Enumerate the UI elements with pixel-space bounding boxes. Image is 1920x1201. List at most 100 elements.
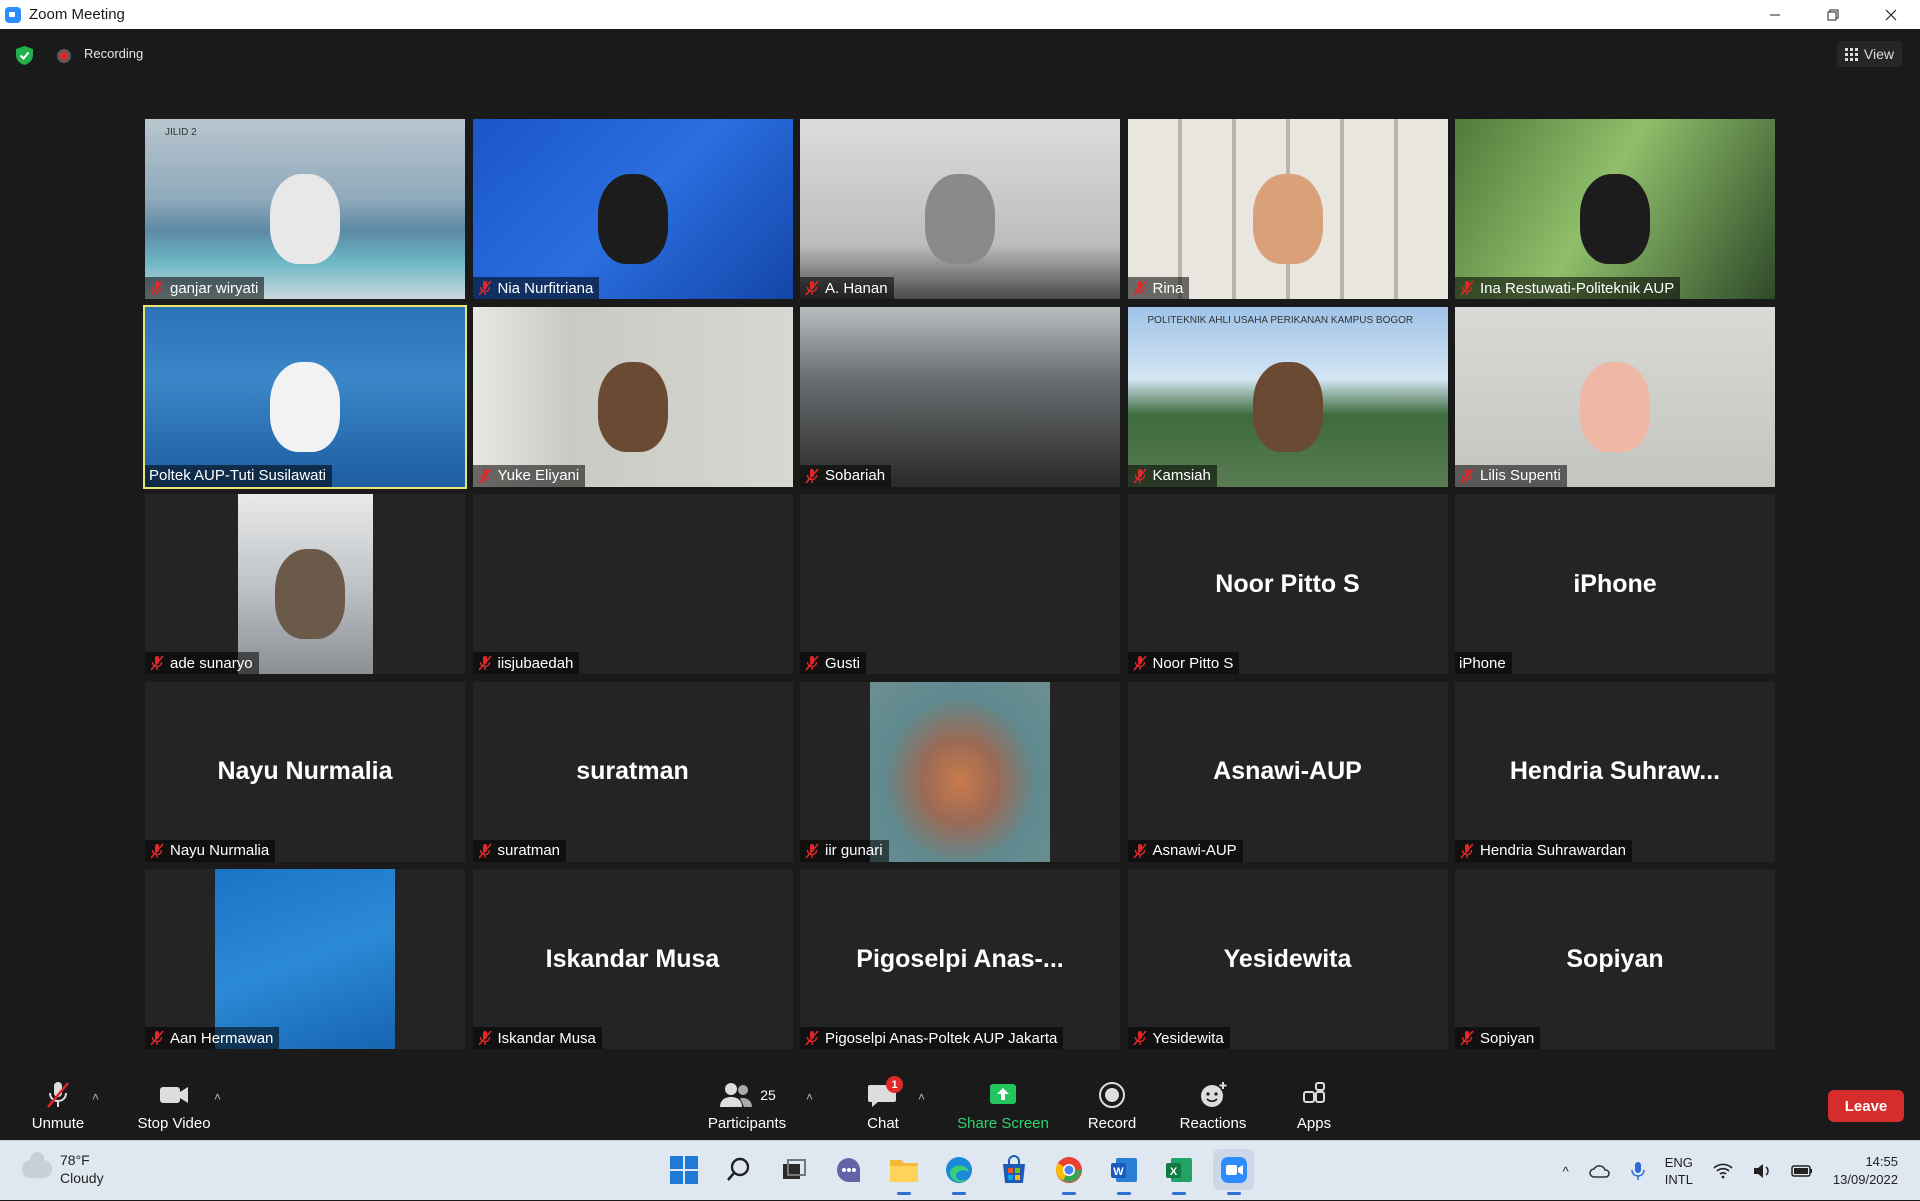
participant-name-bar: Nia Nurfitriana <box>472 277 600 299</box>
share-screen-button[interactable]: Share Screen <box>955 1074 1051 1140</box>
onedrive-cloud-icon[interactable] <box>1589 1163 1611 1179</box>
participant-tile-nia-nurfitriana[interactable]: Nia Nurfitriana <box>472 119 793 299</box>
participant-tile-iir-gunari[interactable]: iir gunari <box>800 681 1120 862</box>
language-code: ENG <box>1664 1155 1693 1170</box>
close-button[interactable] <box>1862 0 1920 29</box>
meeting-toolbar: Unmute ˄ Stop Video ˄ 25 Participants ˄ … <box>0 1074 1920 1140</box>
participant-tile-iskandar-musa[interactable]: Iskandar Musa Iskandar Musa <box>472 869 793 1049</box>
participant-tile-ade-sunaryo[interactable]: ade sunaryo <box>145 494 465 674</box>
teams-chat-button[interactable] <box>828 1149 869 1190</box>
participant-tile-suratman[interactable]: suratman suratman <box>472 681 793 862</box>
show-hidden-icons-chevron-icon[interactable]: ^ <box>1563 1164 1569 1179</box>
apps-button[interactable]: Apps <box>1292 1074 1336 1140</box>
participant-name: Iskandar Musa <box>497 1029 596 1047</box>
participant-tile-gusti[interactable]: Gusti <box>800 494 1120 674</box>
edge-icon <box>945 1156 972 1183</box>
participant-name: Rina <box>1152 279 1184 297</box>
participant-tile-ina-restuwati-politeknik-aup[interactable]: Ina Restuwati-Politeknik AUP <box>1455 119 1775 299</box>
chat-label: Chat <box>867 1115 899 1132</box>
participant-tile-sopiyan[interactable]: Sopiyan Sopiyan <box>1455 869 1775 1049</box>
participant-tile-lilis-supenti[interactable]: Lilis Supenti <box>1455 306 1775 487</box>
participant-tile-iphone[interactable]: iPhone iPhone <box>1455 494 1775 674</box>
participant-name: Noor Pitto S <box>1152 654 1234 672</box>
participant-tile-nayu-nurmalia[interactable]: Nayu Nurmalia Nayu Nurmalia <box>145 681 465 862</box>
participant-tile-hendria-suhrawardan[interactable]: Hendria Suhraw... Hendria Suhrawardan <box>1455 681 1775 862</box>
participant-name-bar: iir gunari <box>800 839 889 862</box>
participant-name: suratman <box>497 842 561 859</box>
view-button[interactable]: View <box>1836 41 1902 67</box>
participant-name-bar: ade sunaryo <box>145 652 259 674</box>
restore-icon <box>1827 9 1839 20</box>
microsoft-store-button[interactable] <box>993 1149 1034 1190</box>
chat-options-caret-icon[interactable]: ˄ <box>918 1090 925 1104</box>
participant-name: Poltek AUP-Tuti Susilawati <box>149 467 327 484</box>
participants-button[interactable]: 25 Participants <box>702 1074 792 1140</box>
wifi-icon[interactable] <box>1713 1163 1733 1179</box>
muted-microphone-icon <box>1132 280 1147 296</box>
reactions-button[interactable]: Reactions <box>1178 1074 1248 1140</box>
battery-icon[interactable] <box>1791 1164 1813 1178</box>
participant-display-name: Sopiyan <box>1566 944 1664 973</box>
participant-tile-kamsiah[interactable]: POLITEKNIK AHLI USAHA PERIKANAN KAMPUS B… <box>1127 306 1448 487</box>
participant-silhouette <box>1252 361 1323 452</box>
participant-tile-yesidewita[interactable]: Yesidewita Yesidewita <box>1127 869 1448 1049</box>
video-options-caret-icon[interactable]: ˄ <box>214 1090 221 1104</box>
volume-icon[interactable] <box>1753 1163 1771 1179</box>
participant-tile-iisjubaedah[interactable]: iisjubaedah <box>472 494 793 674</box>
meeting-area: Recording View JILID 2 ganjar wiryati Nia … <box>0 29 1920 1074</box>
word-app-button[interactable]: W <box>1103 1149 1144 1195</box>
participant-display-name: Hendria Suhraw... <box>1509 757 1721 785</box>
participant-tile-ganjar-wiryati[interactable]: JILID 2 ganjar wiryati <box>145 119 465 299</box>
participant-name-bar: Noor Pitto S <box>1127 652 1240 674</box>
chrome-browser-button[interactable] <box>1048 1149 1089 1195</box>
participant-tile-sobariah[interactable]: Sobariah <box>800 306 1120 487</box>
participant-silhouette <box>1252 174 1323 264</box>
muted-microphone-icon <box>477 842 492 859</box>
participant-tile-a-hanan[interactable]: A. Hanan <box>800 119 1120 299</box>
file-explorer-button[interactable] <box>883 1149 924 1195</box>
participant-tile-asnawi-aup[interactable]: Asnawi-AUP Asnawi-AUP <box>1127 681 1448 862</box>
muted-microphone-icon <box>805 1030 819 1046</box>
view-label: View <box>1863 46 1894 62</box>
participant-name: Hendria Suhrawardan <box>1480 842 1626 859</box>
encryption-shield-icon[interactable] <box>16 46 33 65</box>
windows-start-button[interactable] <box>663 1149 704 1190</box>
participant-tile-noor-pitto-s[interactable]: Noor Pitto S Noor Pitto S <box>1127 494 1448 674</box>
muted-microphone-icon <box>1132 842 1147 859</box>
minimize-button[interactable] <box>1746 0 1804 29</box>
zoom-app-button[interactable] <box>1213 1149 1254 1195</box>
participant-tile-yuke-eliyani[interactable]: Yuke Eliyani <box>472 306 793 487</box>
system-clock[interactable]: 14:55 13/09/2022 <box>1833 1153 1898 1189</box>
chat-button[interactable]: 1 Chat <box>858 1074 908 1140</box>
unmute-button[interactable]: Unmute <box>26 1074 90 1140</box>
participant-tile-aan-hermawan[interactable]: Aan Hermawan <box>145 869 465 1049</box>
participants-icon <box>720 1083 753 1107</box>
microphone-in-use-icon[interactable] <box>1631 1161 1645 1181</box>
participant-name: ade sunaryo <box>170 654 253 672</box>
folder-icon <box>889 1159 918 1182</box>
participant-silhouette <box>1580 361 1650 452</box>
participant-video <box>800 306 1120 487</box>
share-screen-label: Share Screen <box>957 1115 1049 1132</box>
restore-button[interactable] <box>1804 0 1862 29</box>
participant-name-bar: Kamsiah <box>1127 464 1217 487</box>
task-view-button[interactable] <box>773 1149 814 1190</box>
participant-tile-poltek-aup-tuti-susilawati[interactable]: Poltek AUP-Tuti Susilawati <box>143 304 467 489</box>
system-tray: ^ ENG INTL 14:55 13/09/2022 <box>1553 1141 1920 1201</box>
audio-options-caret-icon[interactable]: ˄ <box>92 1090 99 1104</box>
excel-app-button[interactable]: X <box>1158 1149 1199 1195</box>
record-button[interactable]: Record <box>1086 1074 1138 1140</box>
weather-widget[interactable]: 78°F Cloudy <box>22 1151 104 1187</box>
edge-browser-button[interactable] <box>938 1149 979 1195</box>
taskbar-search-button[interactable] <box>718 1149 759 1190</box>
participant-name-bar: Sobariah <box>800 464 892 487</box>
muted-microphone-icon <box>477 280 492 296</box>
participant-tile-pigoselpi-anas-poltek-aup-jakarta[interactable]: Pigoselpi Anas-... Pigoselpi Anas-Poltek … <box>800 869 1120 1049</box>
language-indicator[interactable]: ENG INTL <box>1665 1154 1693 1188</box>
participants-options-caret-icon[interactable]: ˄ <box>806 1090 813 1104</box>
weather-temperature: 78°F <box>60 1152 90 1168</box>
participant-tile-rina[interactable]: Rina <box>1127 119 1448 299</box>
leave-button[interactable]: Leave <box>1828 1090 1904 1122</box>
stop-video-button[interactable]: Stop Video <box>136 1074 212 1140</box>
participant-video <box>215 869 395 1049</box>
